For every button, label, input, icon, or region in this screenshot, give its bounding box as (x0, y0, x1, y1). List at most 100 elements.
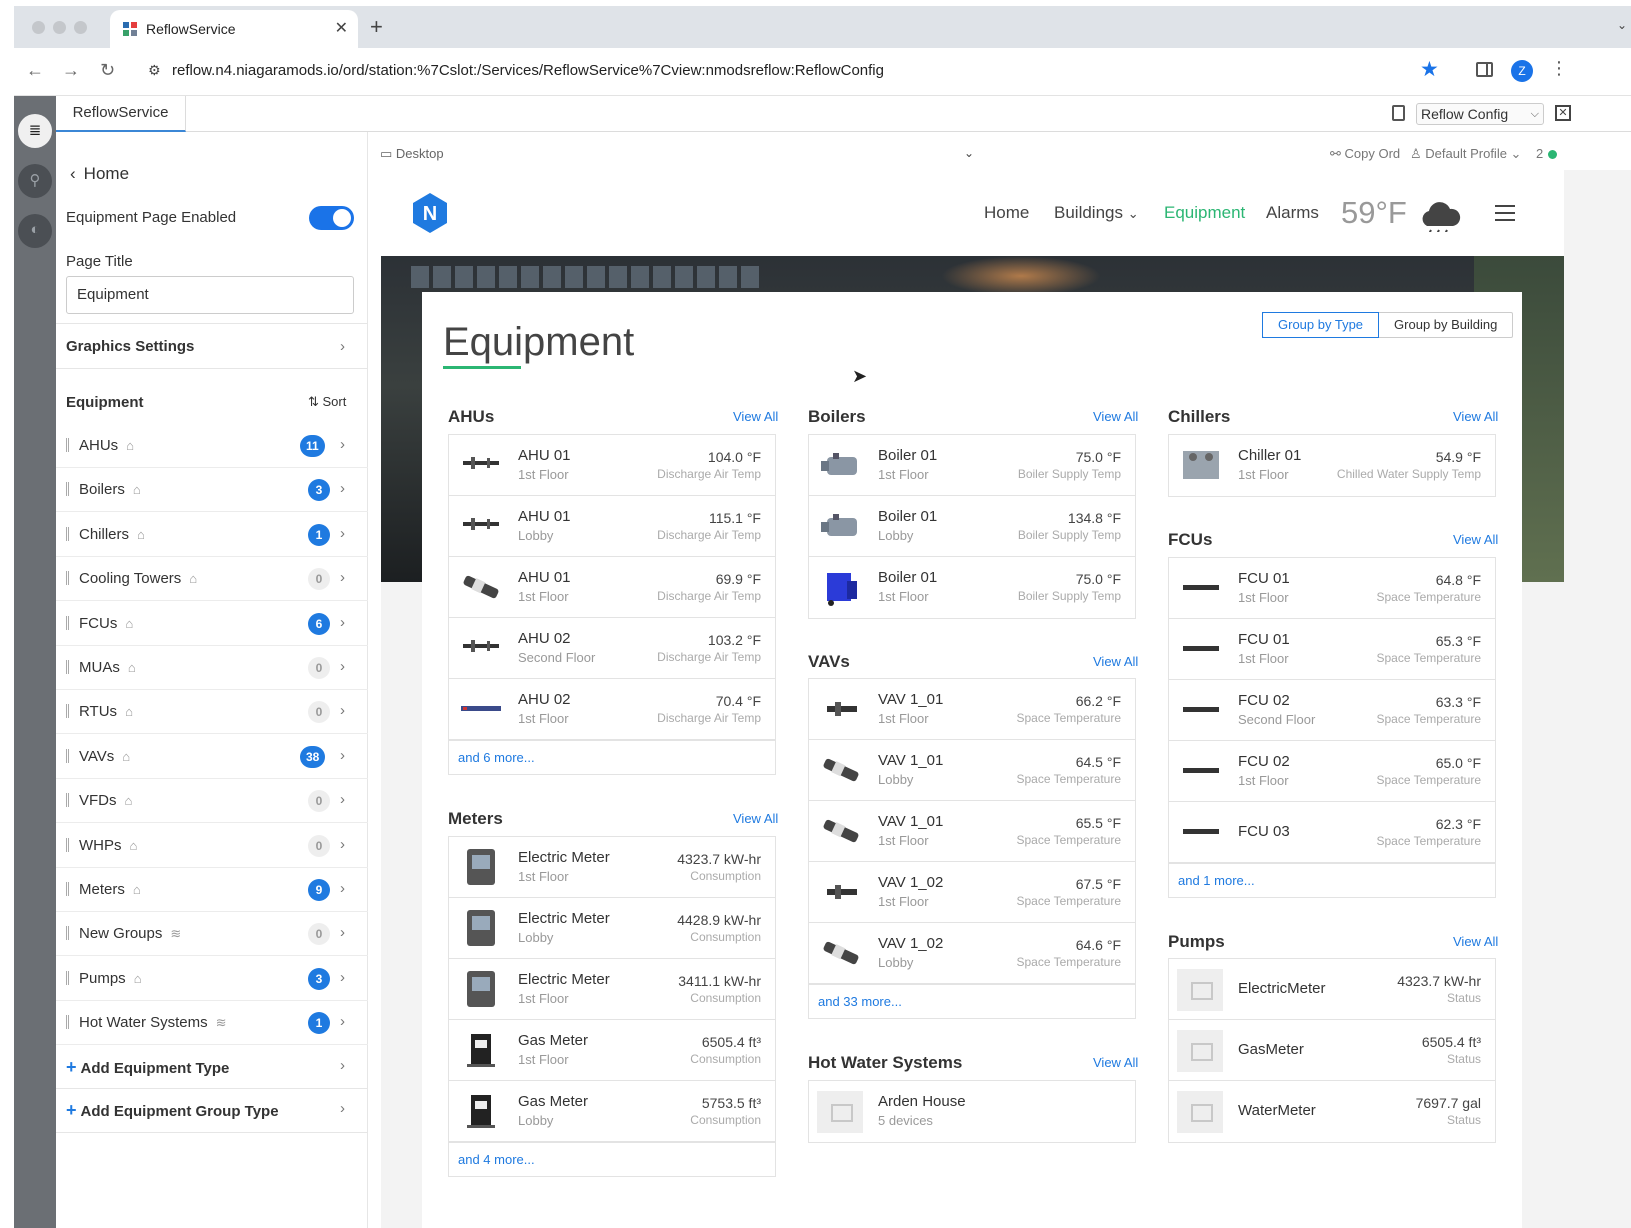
drag-handle-icon[interactable] (66, 571, 69, 586)
equipment-list-item[interactable]: VAV 1_01 Lobby 64.5 °F Space Temperature (809, 740, 1135, 801)
minimize-window-dot[interactable] (53, 21, 66, 34)
equipment-type-row[interactable]: VFDs ⌂ 0 › (56, 779, 368, 824)
page-title-input[interactable]: Equipment (66, 276, 354, 314)
equipment-list-item[interactable]: AHU 01 1st Floor 69.9 °F Discharge Air Temp (449, 557, 775, 618)
add-equipment-group-type-button[interactable]: + Add Equipment Group Type (66, 1100, 279, 1121)
show-more-link[interactable]: and 33 more... (809, 984, 1135, 1018)
pumps-view-all[interactable]: View All (1453, 934, 1498, 949)
equipment-type-row[interactable]: WHPs ⌂ 0 › (56, 824, 368, 868)
graphics-settings-link[interactable]: Graphics Settings (66, 338, 194, 355)
equipment-list-item[interactable]: WaterMeter 7697.7 gal Status (1169, 1081, 1495, 1142)
equipment-list-item[interactable]: AHU 01 1st Floor 104.0 °F Discharge Air Tem… (449, 435, 775, 496)
vavs-view-all[interactable]: View All (1093, 654, 1138, 669)
close-tab-icon[interactable]: ✕ (335, 18, 348, 38)
equipment-list-item[interactable]: Boiler 01 1st Floor 75.0 °F Boiler Supply T… (809, 435, 1135, 496)
nav-buildings[interactable]: Buildings ⌄ (1054, 203, 1139, 223)
equipment-type-row[interactable]: New Groups ≋ 0 › (56, 912, 368, 957)
equipment-type-row[interactable]: Hot Water Systems ≋ 1 › (56, 1001, 368, 1046)
sort-button[interactable]: ⇅ Sort (308, 394, 346, 410)
url-field[interactable]: reflow.n4.niagaramods.io/ord/station:%7C… (172, 62, 884, 79)
drag-handle-icon[interactable] (66, 704, 69, 719)
equipment-list-item[interactable]: ElectricMeter 4323.7 kW-hr Status (1169, 959, 1495, 1020)
nav-home[interactable]: Home (984, 203, 1029, 223)
device-selector[interactable]: ▭ Desktop (380, 146, 444, 162)
drag-handle-icon[interactable] (66, 1015, 69, 1030)
view-selector[interactable]: Reflow Config ⌵ (1416, 103, 1544, 125)
drag-handle-icon[interactable] (66, 526, 69, 541)
hot-water-view-all[interactable]: View All (1093, 1055, 1138, 1070)
drag-handle-icon[interactable] (66, 482, 69, 497)
nav-equipment[interactable]: Equipment (1164, 203, 1245, 223)
drag-handle-icon[interactable] (66, 837, 69, 852)
chevron-down-icon[interactable]: ⌄ (964, 146, 974, 160)
ahus-view-all[interactable]: View All (733, 409, 778, 424)
fcus-view-all[interactable]: View All (1453, 532, 1498, 547)
palette-icon[interactable]: ◐ (18, 214, 52, 248)
search-icon[interactable]: ⚲ (18, 164, 52, 198)
tab-search-chevron-icon[interactable]: ⌄ (1617, 18, 1627, 32)
equipment-list-item[interactable]: Boiler 01 1st Floor 75.0 °F Boiler Supply T… (809, 557, 1135, 618)
browser-tab[interactable]: ReflowService ✕ (110, 10, 358, 48)
chillers-view-all[interactable]: View All (1453, 409, 1498, 424)
equipment-type-row[interactable]: AHUs ⌂ 11 › (56, 424, 368, 468)
browser-menu-icon[interactable]: ⋮ (1550, 58, 1568, 79)
profile-avatar[interactable]: Z (1511, 60, 1533, 82)
drag-handle-icon[interactable] (66, 970, 69, 985)
meters-view-all[interactable]: View All (733, 811, 778, 826)
group-by-building-button[interactable]: Group by Building (1379, 313, 1512, 337)
drag-handle-icon[interactable] (66, 748, 69, 763)
equipment-list-item[interactable]: Chiller 01 1st Floor 54.9 °F Chilled Water … (1169, 435, 1495, 496)
equipment-list-item[interactable]: VAV 1_01 1st Floor 65.5 °F Space Temperatur… (809, 801, 1135, 862)
equipment-list-item[interactable]: FCU 02 Second Floor 63.3 °F Space Temperatu… (1169, 680, 1495, 741)
equipment-list-item[interactable]: GasMeter 6505.4 ft³ Status (1169, 1020, 1495, 1081)
reload-icon[interactable]: ↻ (100, 60, 115, 81)
back-arrow-icon[interactable]: ← (26, 60, 44, 81)
close-window-dot[interactable] (32, 21, 45, 34)
equipment-list-item[interactable]: Electric Meter 1st Floor 3411.1 kW-hr Consu… (449, 959, 775, 1020)
equipment-list-item[interactable]: AHU 02 Second Floor 103.2 °F Discharge Air … (449, 618, 775, 679)
nav-alarms[interactable]: Alarms (1266, 203, 1319, 223)
equipment-list-item[interactable]: VAV 1_02 Lobby 64.6 °F Space Temperature (809, 923, 1135, 984)
equipment-type-row[interactable]: RTUs ⌂ 0 › (56, 690, 368, 735)
home-back-link[interactable]: ‹ Home (70, 164, 129, 184)
equipment-list-item[interactable]: Electric Meter Lobby 4428.9 kW-hr Consumpti… (449, 898, 775, 959)
equipment-type-row[interactable]: Boilers ⌂ 3 › (56, 468, 368, 513)
equipment-list-item[interactable]: Gas Meter 1st Floor 6505.4 ft³ Consumption (449, 1020, 775, 1081)
bookmark-star-icon[interactable]: ★ (1420, 57, 1439, 82)
equipment-list-item[interactable]: FCU 03 62.3 °F Space Temperature (1169, 802, 1495, 863)
equipment-list-item[interactable]: AHU 02 1st Floor 70.4 °F Discharge Air Temp (449, 679, 775, 740)
copy-ord-button[interactable]: ⚯ Copy Ord (1330, 146, 1400, 162)
equipment-list-item[interactable]: Arden House 5 devices (809, 1081, 1135, 1142)
close-view-icon[interactable]: ✕ (1555, 105, 1571, 121)
equipment-list-item[interactable]: VAV 1_01 1st Floor 66.2 °F Space Temperatur… (809, 679, 1135, 740)
show-more-link[interactable]: and 1 more... (1169, 863, 1495, 897)
drag-handle-icon[interactable] (66, 438, 69, 452)
site-settings-icon[interactable]: ⚙ (148, 62, 161, 79)
drag-handle-icon[interactable] (66, 615, 69, 630)
add-equipment-type-button[interactable]: + Add Equipment Type (66, 1057, 229, 1078)
equipment-list-item[interactable]: Boiler 01 Lobby 134.8 °F Boiler Supply Temp (809, 496, 1135, 557)
drag-handle-icon[interactable] (66, 793, 69, 808)
new-tab-icon[interactable]: + (370, 14, 383, 40)
drag-handle-icon[interactable] (66, 926, 69, 941)
equipment-type-row[interactable]: Chillers ⌂ 1 › (56, 513, 368, 557)
equipment-type-row[interactable]: Cooling Towers ⌂ 0 › (56, 557, 368, 602)
workbench-tab[interactable]: ReflowService (56, 96, 186, 132)
equipment-type-row[interactable]: MUAs ⌂ 0 › (56, 646, 368, 690)
forward-arrow-icon[interactable]: → (62, 60, 80, 81)
equipment-list-item[interactable]: FCU 02 1st Floor 65.0 °F Space Temperature (1169, 741, 1495, 802)
nav-tree-icon[interactable]: ≣ (18, 114, 52, 148)
equipment-type-row[interactable]: Meters ⌂ 9 › (56, 868, 368, 912)
group-by-type-button[interactable]: Group by Type (1262, 312, 1380, 338)
zoom-window-dot[interactable] (74, 21, 87, 34)
profile-selector[interactable]: ♙ Default Profile ⌄ (1410, 146, 1521, 162)
show-more-link[interactable]: and 6 more... (449, 740, 775, 774)
equipment-type-row[interactable]: Pumps ⌂ 3 › (56, 957, 368, 1001)
hamburger-menu-icon[interactable] (1495, 205, 1515, 221)
drag-handle-icon[interactable] (66, 660, 69, 674)
niagara-logo-icon[interactable]: N (411, 192, 449, 234)
side-panel-icon[interactable] (1476, 62, 1493, 77)
equipment-list-item[interactable]: FCU 01 1st Floor 64.8 °F Space Temperature (1169, 558, 1495, 619)
drag-handle-icon[interactable] (66, 882, 69, 896)
equipment-list-item[interactable]: VAV 1_02 1st Floor 67.5 °F Space Temperatur… (809, 862, 1135, 923)
